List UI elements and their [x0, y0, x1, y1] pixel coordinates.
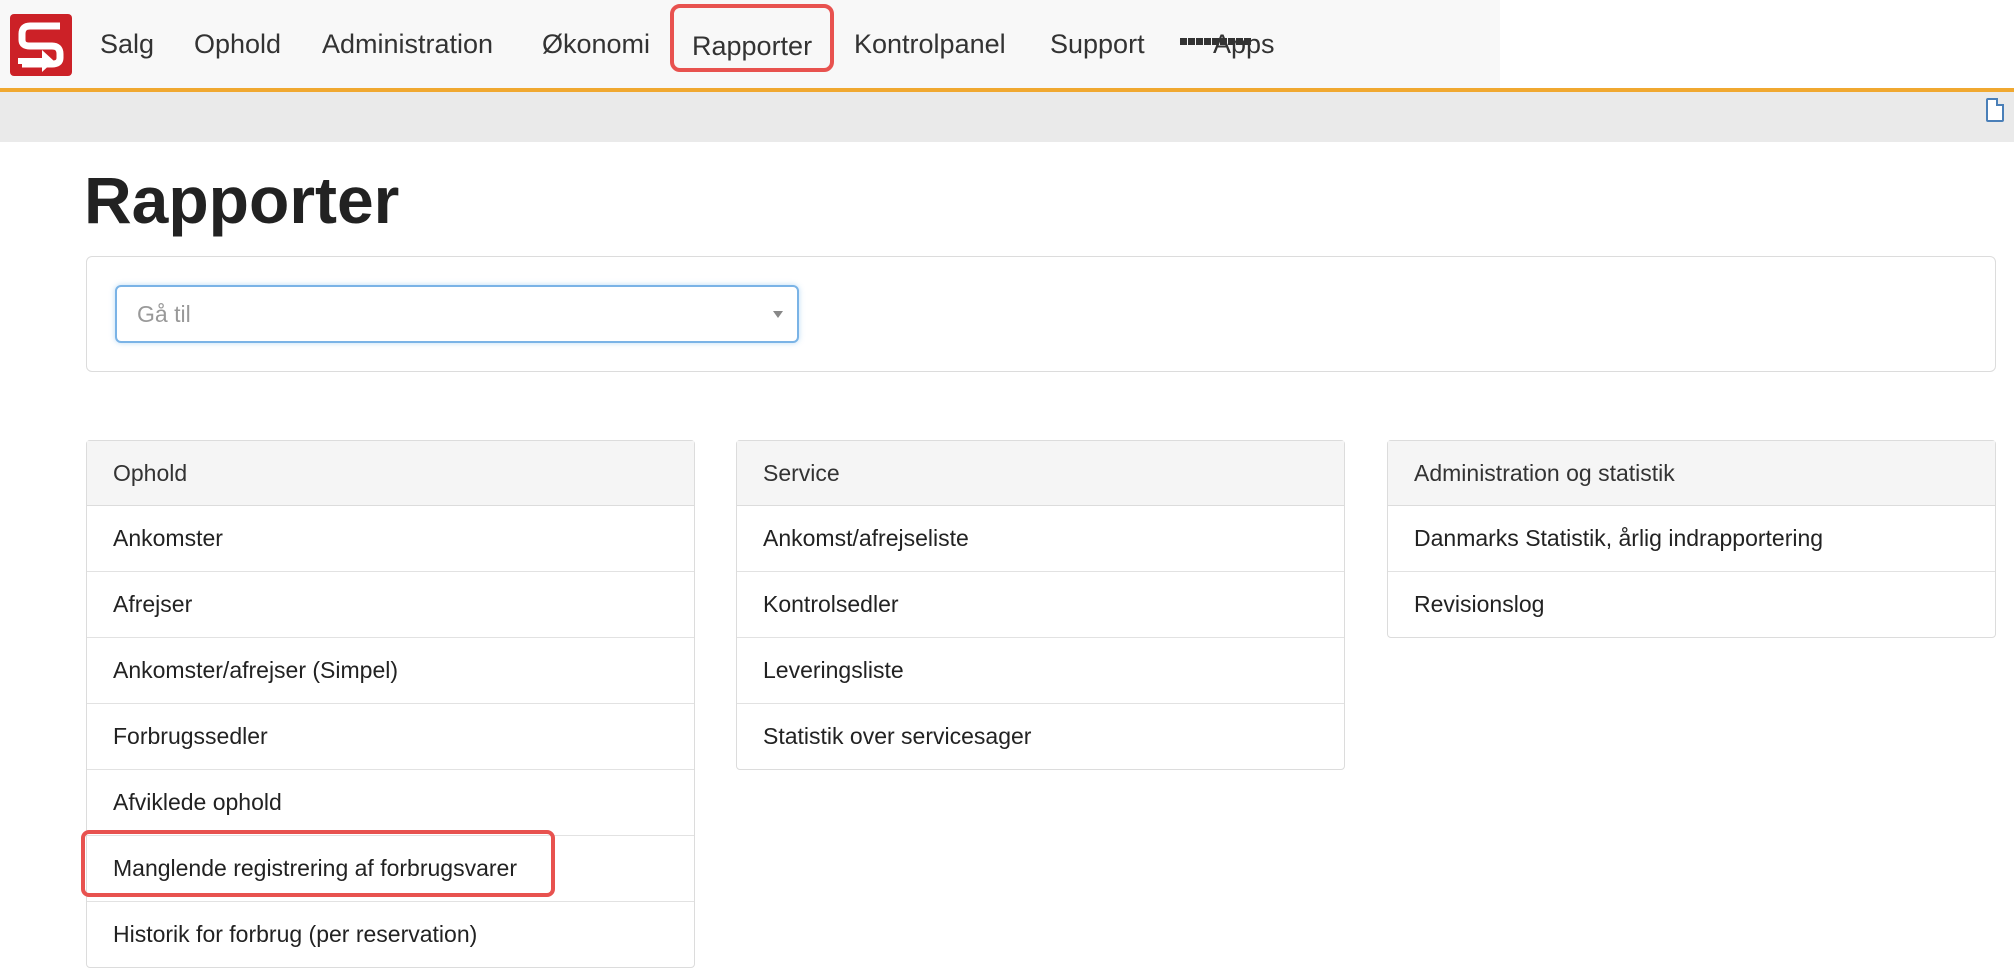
report-link[interactable]: Afrejser [87, 572, 694, 638]
report-link[interactable]: Danmarks Statistik, årlig indrapporterin… [1388, 506, 1995, 572]
document-icon[interactable] [1986, 98, 2004, 122]
report-link[interactable]: Forbrugssedler [87, 704, 694, 770]
report-link[interactable]: Ankomster/afrejser (Simpel) [87, 638, 694, 704]
sfd-logo-icon[interactable] [10, 14, 72, 76]
panel-heading: Service [737, 441, 1344, 506]
panel-ophold: Ophold Ankomster Afrejser Ankomster/afre… [81, 440, 695, 968]
goto-placeholder: Gå til [137, 301, 191, 327]
goto-select[interactable]: Gå til [115, 285, 799, 343]
top-navbar: Salg Ophold Administration Økonomi Rappo… [0, 0, 1500, 88]
report-link-highlighted[interactable]: Manglende registrering af forbrugsvarer [81, 830, 694, 902]
nav-support[interactable]: Support [1050, 18, 1145, 70]
caret-down-icon [773, 311, 783, 318]
panel-service: Service Ankomst/afrejseliste Kontrolsedl… [736, 440, 1345, 770]
grid-icon [1180, 38, 1251, 47]
report-link[interactable]: Revisionslog [1388, 572, 1995, 637]
report-link[interactable]: Statistik over servicesager [737, 704, 1344, 769]
panel-heading: Administration og statistik [1388, 441, 1995, 506]
page-title: Rapporter [84, 163, 400, 237]
nav-salg[interactable]: Salg [100, 18, 154, 70]
nav-okonomi[interactable]: Økonomi [542, 18, 650, 70]
nav-apps[interactable]: Apps [1180, 18, 1275, 70]
nav-rapporter[interactable]: Rapporter [670, 4, 835, 72]
sub-toolbar [0, 92, 2014, 142]
report-link[interactable]: Ankomster [87, 506, 694, 572]
nav-kontrolpanel[interactable]: Kontrolpanel [854, 18, 1006, 70]
report-link[interactable]: Leveringsliste [737, 638, 1344, 704]
nav-ophold[interactable]: Ophold [194, 18, 281, 70]
goto-panel: Gå til [86, 256, 1996, 372]
report-link[interactable]: Ankomst/afrejseliste [737, 506, 1344, 572]
report-link[interactable]: Kontrolsedler [737, 572, 1344, 638]
panel-heading: Ophold [87, 441, 694, 506]
report-link[interactable]: Afviklede ophold [87, 770, 694, 836]
panel-administration-statistik: Administration og statistik Danmarks Sta… [1387, 440, 1996, 638]
nav-administration[interactable]: Administration [322, 18, 493, 70]
report-link[interactable]: Historik for forbrug (per reservation) [87, 902, 694, 967]
